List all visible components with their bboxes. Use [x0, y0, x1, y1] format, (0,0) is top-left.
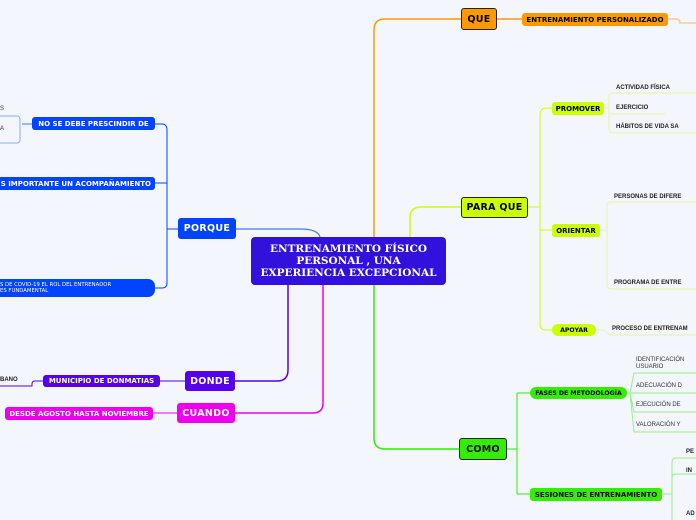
topic-donde[interactable]: DONDE — [185, 371, 235, 391]
link-como-children — [507, 392, 530, 495]
link-porque — [236, 228, 321, 238]
covid-line-2: ES FUNDAMENTAL — [0, 288, 49, 294]
leaf-adecuacion[interactable]: ADECUACIÓN D — [636, 383, 682, 390]
leaf-pe[interactable]: PE — [686, 449, 694, 456]
link-paraque-children — [528, 107, 552, 331]
link-que — [373, 18, 461, 237]
topic-cuando[interactable]: CUANDO — [177, 403, 235, 423]
cuando-child-fechas[interactable]: DESDE AGOSTO HASTA NOVIEMBRE — [5, 407, 153, 420]
link-cuando — [235, 285, 324, 414]
topic-que[interactable]: QUE — [461, 8, 497, 30]
subtopic-sesiones[interactable]: SESIONES DE ENTRENAMIENTO — [530, 488, 662, 501]
subtopic-promover[interactable]: PROMOVER — [552, 102, 604, 115]
leaf-valoracion[interactable]: VALORACIÓN Y — [636, 422, 680, 429]
leaf-ejercicio[interactable]: EJERCICIO — [616, 105, 648, 112]
leaf-proceso[interactable]: PROCESO DE ENTRENAM — [612, 326, 688, 333]
subtopic-orientar[interactable]: ORIENTAR — [552, 224, 600, 237]
leaf-habitos[interactable]: HÁBITOS DE VIDA SA — [616, 124, 679, 131]
porque-child-importante[interactable]: S IMPORTANTE UN ACOMPAÑAMIENTO — [0, 177, 155, 190]
subtopic-fases[interactable]: FASES DE METODOLOGÍA — [530, 387, 627, 399]
link-que-leaf — [668, 18, 696, 24]
link-paraque — [409, 206, 461, 237]
porque-child-no-se-debe[interactable]: NO SE DEBE PRESCINDIR DE — [32, 117, 155, 130]
porque-child-covid[interactable]: S DE COVID-19 EL ROL DEL ENTRENADOR ES F… — [0, 279, 155, 297]
leaf-ad[interactable]: AD — [686, 511, 695, 518]
link-como — [373, 285, 459, 450]
topic-como[interactable]: COMO — [459, 438, 507, 460]
que-child-entrenamiento[interactable]: ENTRENAMIENTO PERSONALIZADO — [522, 13, 668, 26]
leaf-identificacion[interactable]: IDENTIFICACIÓN — [636, 357, 684, 364]
leaf-fragment-a[interactable]: A — [0, 126, 4, 133]
link-porque-children — [155, 123, 178, 289]
link-orientar-leaves — [600, 201, 696, 290]
leaf-actividad-fisica[interactable]: ACTIVIDAD FÍSICA — [616, 85, 670, 92]
link-donde — [235, 285, 289, 382]
central-topic[interactable]: ENTRENAMIENTO FÍSICO PERSONAL , UNA EXPE… — [251, 237, 446, 285]
leaf-usuario[interactable]: USUARIO — [636, 364, 663, 371]
subtopic-apoyar[interactable]: APOYAR — [552, 324, 596, 336]
leaf-personas[interactable]: PERSONAS DE DIFERE — [614, 194, 681, 201]
leaf-fragment-s[interactable]: S — [0, 106, 4, 113]
leaf-ejecucion[interactable]: EJECUCIÓN DE — [636, 402, 681, 409]
topic-para-que[interactable]: PARA QUE — [461, 197, 528, 218]
leaf-bano[interactable]: BANO — [0, 377, 18, 384]
topic-porque[interactable]: PORQUE — [178, 218, 236, 239]
donde-child-municipio[interactable]: MUNICIPIO DE DONMATIAS — [43, 375, 160, 387]
leaf-programa[interactable]: PROGRAMA DE ENTRE — [614, 280, 681, 287]
leaf-in[interactable]: IN — [686, 468, 692, 475]
